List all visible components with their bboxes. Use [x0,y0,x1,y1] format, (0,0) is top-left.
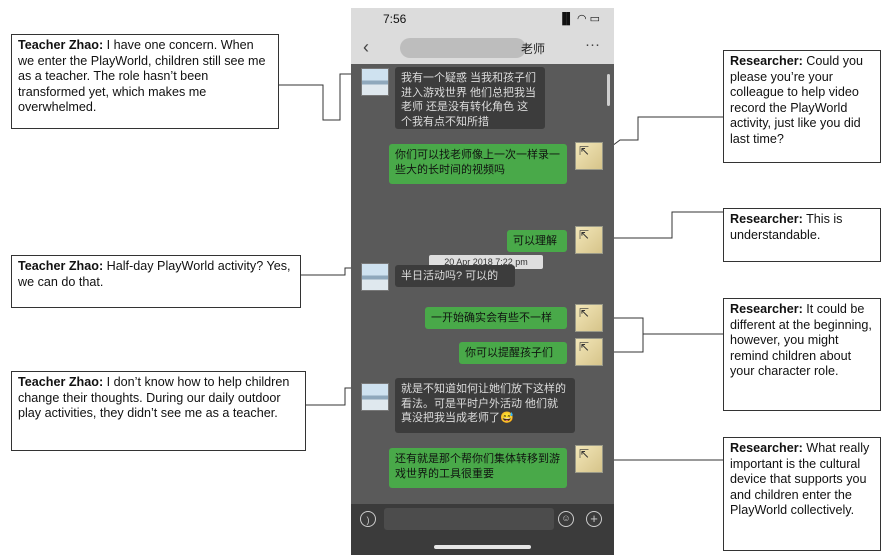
status-bar: 7:56 ▐▌ ◠ ▭ [351,8,614,32]
annotation-researcher-1: Researcher: Could you please you’re your… [723,50,881,163]
emoji-icon[interactable]: ☺ [558,511,574,527]
connector-line [600,211,723,239]
annotation-researcher-3: Researcher: It could be different at the… [723,298,881,411]
more-icon[interactable]: ··· [585,36,600,53]
annotation-teacher-3: Teacher Zhao: I don’t know how to help c… [11,371,306,451]
connector-line [600,317,723,335]
annotation-researcher-2: Researcher: This is understandable. [723,208,881,262]
annotation-teacher-1: Teacher Zhao: I have one concern. When w… [11,34,279,129]
chat-title: 老师 [521,42,546,56]
annotation-speaker: Researcher: [730,302,803,316]
connector-line [278,73,362,121]
annotation-speaker: Teacher Zhao: [18,259,104,273]
message-bubble-right: 可以理解 [507,230,567,252]
signal-wifi-battery-icon: ▐▌ ◠ ▭ [558,13,600,25]
message-input[interactable] [384,508,554,530]
message-bubble-left: 我有一个疑惑 当我和孩子们进入游戏世界 他们总把我当老师 还是没有转化角色 这个… [395,67,545,129]
annotation-speaker: Teacher Zhao: [18,38,104,52]
researcher-avatar[interactable] [575,226,603,254]
annotation-speaker: Researcher: [730,212,803,226]
annotation-teacher-2: Teacher Zhao: Half-day PlayWorld activit… [11,255,301,308]
chat-area: 我有一个疑惑 当我和孩子们进入游戏世界 他们总把我当老师 还是没有转化角色 这个… [351,64,614,504]
scrollbar[interactable] [607,74,610,106]
redacted-contact-name [400,38,526,58]
status-time: 7:56 [383,12,407,26]
researcher-avatar[interactable] [575,142,603,170]
teacher-avatar[interactable] [361,383,389,411]
researcher-avatar[interactable] [575,304,603,332]
phone-screenshot: 7:56 ▐▌ ◠ ▭ ‹ 老师 ··· 我有一个疑惑 当我和孩子们进入游戏世界… [351,8,614,555]
plus-icon[interactable]: + [586,511,602,527]
message-bubble-right: 一开始确实会有些不一样 [425,307,567,329]
message-bubble-right: 你们可以找老师像上一次一样录一些大的长时间的视频吗 [389,144,567,184]
message-bubble-left: 半日活动吗? 可以的 [395,265,515,287]
researcher-avatar[interactable] [575,338,603,366]
chat-header: ‹ 老师 ··· [351,32,614,64]
teacher-avatar[interactable] [361,68,389,96]
researcher-avatar[interactable] [575,445,603,473]
home-indicator [434,545,531,549]
annotation-researcher-4: Researcher: What really important is the… [723,437,881,551]
annotation-speaker: Researcher: [730,441,803,455]
annotation-speaker: Teacher Zhao: [18,375,104,389]
message-bubble-left: 就是不知道如何让她们放下这样的看法。可是平时户外活动 他们就真没把我当成老师了😅 [395,378,575,433]
annotation-speaker: Researcher: [730,54,803,68]
teacher-avatar[interactable] [361,263,389,291]
back-icon[interactable]: ‹ [363,37,369,58]
message-bubble-right: 还有就是那个帮你们集体转移到游戏世界的工具很重要 [389,448,567,488]
message-bubble-right: 你可以提醒孩子们 [459,342,567,364]
voice-icon[interactable]: ) [360,511,376,527]
connector-line [599,116,723,156]
